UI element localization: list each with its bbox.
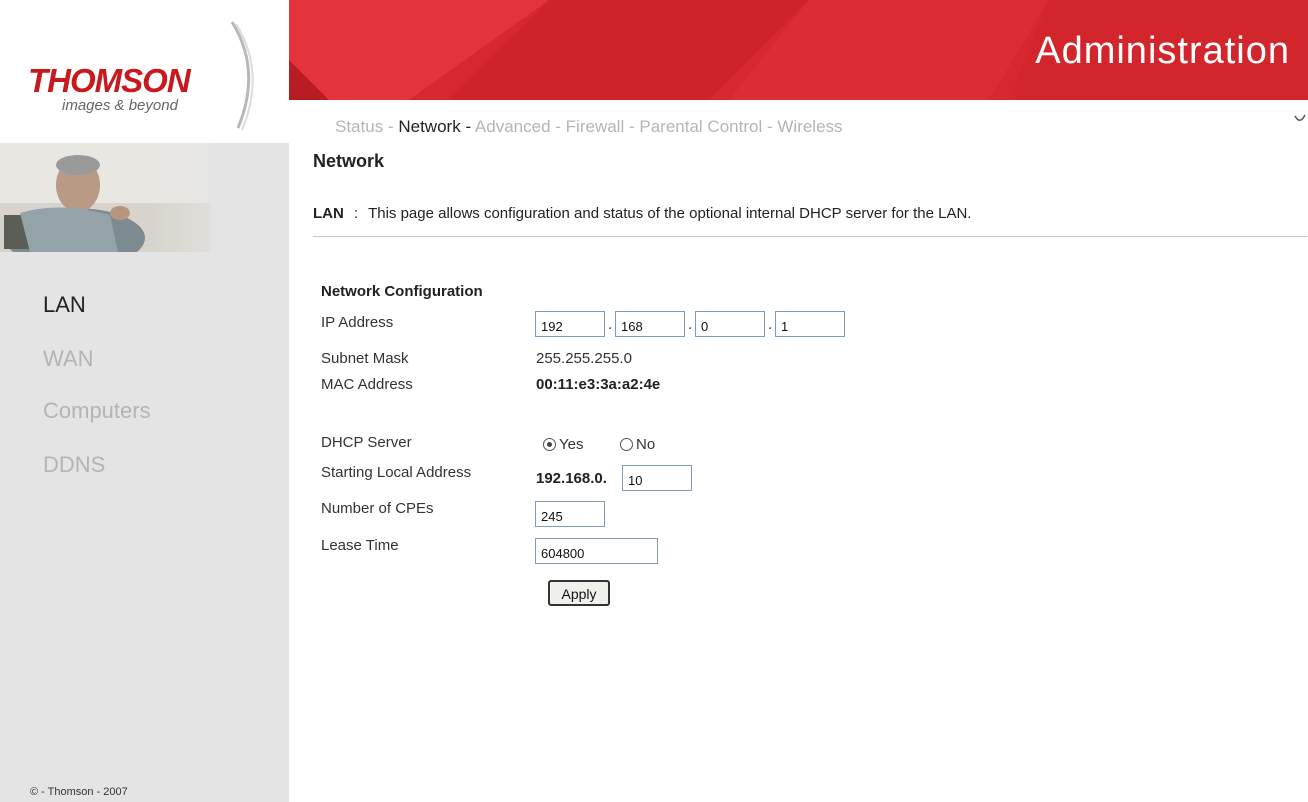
sidebar-item-wan[interactable]: WAN [43, 346, 94, 372]
page-title: Network [313, 151, 385, 171]
dhcp-no-label[interactable]: No [636, 436, 655, 453]
subnet-mask-value: 255.255.255.0 [536, 350, 632, 367]
lease-time-label: Lease Time [321, 537, 399, 554]
intro-separator: : [354, 205, 359, 222]
logo-tagline: images & beyond [62, 97, 178, 114]
mac-address-value: 00:11:e3:3a:a2:4e [536, 376, 661, 393]
nav-wireless[interactable]: Wireless [777, 117, 842, 136]
nav-firewall[interactable]: Firewall [566, 117, 625, 136]
nav-parental-control[interactable]: Parental Control [639, 117, 762, 136]
top-nav: Status - Network - Advanced - Firewall -… [335, 117, 843, 137]
ip-octet-4-input[interactable] [775, 311, 845, 337]
ip-dot: . [608, 316, 613, 333]
header-banner: Administration [289, 0, 1308, 100]
sidebar-item-computers[interactable]: Computers [43, 398, 151, 424]
starting-address-prefix: 192.168.0. [536, 470, 607, 487]
intro-text: This page allows configuration and statu… [368, 205, 972, 222]
page-header-title: Administration [1035, 30, 1290, 72]
lease-time-input[interactable] [535, 538, 658, 564]
nav-status[interactable]: Status [335, 117, 383, 136]
number-of-cpes-input[interactable] [535, 501, 605, 527]
starting-address-input[interactable] [622, 465, 692, 491]
photo-fade [150, 143, 289, 252]
logo: THOMSON [28, 62, 191, 99]
nav-network[interactable]: Network [398, 117, 460, 136]
apply-button[interactable]: Apply [548, 580, 610, 606]
nav-separator: - [387, 117, 394, 136]
sidebar-item-ddns[interactable]: DDNS [43, 452, 105, 478]
page-intro: LAN : This page allows configuration and… [313, 205, 971, 222]
radio-selected-dot [547, 442, 552, 447]
sidebar-item-lan[interactable]: LAN [43, 292, 86, 318]
nav-separator: - [465, 117, 472, 136]
refresh-icon[interactable] [1293, 111, 1307, 125]
sidebar: THOMSON images & beyond LAN WAN Computer… [0, 0, 289, 802]
number-of-cpes-label: Number of CPEs [321, 500, 434, 517]
nav-separator: - [766, 117, 773, 136]
nav-advanced[interactable]: Advanced [475, 117, 551, 136]
ip-dot: . [688, 316, 693, 333]
dhcp-no-radio[interactable] [620, 438, 633, 451]
nav-separator: - [555, 117, 561, 136]
ip-dot: . [768, 316, 773, 333]
section-title: Network Configuration [321, 283, 483, 300]
starting-address-label: Starting Local Address [321, 464, 472, 481]
ip-address-label: IP Address [321, 314, 394, 331]
copyright: © - Thomson - 2007 [30, 786, 128, 798]
intro-key: LAN [313, 205, 344, 222]
ip-octet-3-input[interactable] [695, 311, 765, 337]
divider [313, 236, 1307, 237]
subnet-mask-label: Subnet Mask [321, 350, 409, 367]
dhcp-yes-radio[interactable] [543, 438, 556, 451]
ip-octet-2-input[interactable] [615, 311, 685, 337]
ip-octet-1-input[interactable] [535, 311, 605, 337]
dhcp-yes-label[interactable]: Yes [559, 436, 583, 453]
nav-separator: - [628, 117, 635, 136]
mac-address-label: MAC Address [321, 376, 413, 393]
dhcp-server-label: DHCP Server [321, 434, 412, 451]
logo-area: THOMSON images & beyond [0, 0, 289, 143]
